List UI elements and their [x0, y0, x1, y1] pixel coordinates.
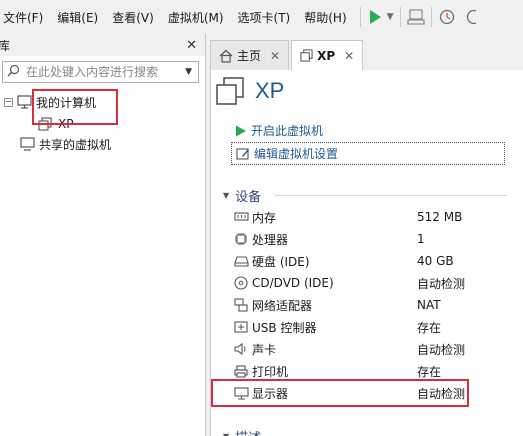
device-row-hard-disk[interactable]: 硬盘 (IDE) 40 GB	[233, 251, 493, 271]
tab-xp[interactable]: XP ✕	[291, 40, 364, 70]
vm-icon	[300, 49, 313, 62]
device-row-printer[interactable]: 打印机 存在	[233, 361, 493, 381]
vm-large-icon	[215, 76, 245, 106]
device-value: 存在	[417, 364, 442, 379]
collapse-triangle-icon: ▼	[223, 432, 229, 436]
memory-icon	[233, 212, 249, 222]
library-search[interactable]: ▼	[2, 61, 199, 83]
tab-close-icon[interactable]: ✕	[270, 49, 280, 63]
play-icon	[235, 125, 247, 137]
device-row-memory[interactable]: 内存 512 MB	[233, 207, 493, 227]
library-panel: 库 ✕ ▼ − 我的计算机 XP 共享的虚拟机	[0, 34, 206, 436]
usb-icon	[233, 321, 249, 333]
tree-item-label: 共享的虚拟机	[39, 137, 112, 152]
tab-home[interactable]: 主页 ✕	[210, 40, 290, 70]
highlight-box-display	[211, 379, 469, 407]
description-section-title: 描述	[235, 427, 261, 436]
device-label: 网络适配器	[252, 298, 313, 313]
library-header: 库 ✕	[0, 34, 205, 56]
speaker-icon	[233, 343, 249, 355]
search-icon	[7, 64, 20, 80]
tree-item-shared-vms[interactable]: 共享的虚拟机	[20, 135, 111, 153]
vm-summary-panel: XP 开启此虚拟机 编辑虚拟机设置 ▼ 设备 内存 512 MB 处理器 1 硬…	[210, 70, 523, 436]
description-section-header[interactable]: ▼ 描述	[223, 427, 261, 436]
device-value: 40 GB	[417, 254, 454, 268]
menu-tabs[interactable]: 选项卡(T)	[231, 9, 298, 26]
device-value: NAT	[417, 298, 441, 312]
device-value: 存在	[417, 320, 442, 335]
cpu-icon	[233, 232, 249, 246]
tab-close-icon[interactable]: ✕	[344, 49, 354, 63]
send-keys-icon[interactable]	[406, 5, 425, 29]
play-icon[interactable]	[367, 5, 383, 29]
power-on-link[interactable]: 开启此虚拟机	[235, 122, 323, 139]
menu-view[interactable]: 查看(V)	[105, 9, 161, 26]
vm-header: XP	[215, 76, 284, 106]
collapse-triangle-icon: ▼	[223, 191, 230, 200]
device-label: CD/DVD (IDE)	[252, 276, 334, 290]
dropdown-icon[interactable]: ▼	[387, 12, 394, 22]
search-dropdown-icon[interactable]: ▼	[185, 67, 192, 77]
menu-vm[interactable]: 虚拟机(M)	[161, 9, 231, 26]
shared-vm-icon	[20, 137, 35, 151]
snapshot-manager-icon[interactable]	[464, 5, 476, 29]
tab-bar: 主页 ✕ XP ✕	[210, 40, 523, 70]
device-row-network[interactable]: 网络适配器 NAT	[233, 295, 493, 315]
tab-label: XP	[317, 48, 336, 63]
menu-edit[interactable]: 编辑(E)	[50, 9, 105, 26]
edit-settings-label: 编辑虚拟机设置	[254, 147, 339, 161]
device-label: USB 控制器	[252, 320, 317, 335]
home-icon	[219, 49, 233, 63]
devices-section-title: 设备	[235, 190, 262, 205]
menu-help[interactable]: 帮助(H)	[297, 9, 353, 26]
device-label: 打印机	[252, 364, 289, 379]
section-divider	[275, 195, 507, 196]
snapshot-icon[interactable]	[438, 5, 456, 29]
hard-disk-icon	[233, 255, 249, 267]
tab-label: 主页	[237, 49, 262, 63]
printer-icon	[233, 364, 249, 378]
device-value: 1	[417, 232, 425, 246]
device-label: 内存	[252, 210, 277, 225]
device-row-sound[interactable]: 声卡 自动检测	[233, 339, 493, 359]
collapse-icon[interactable]: −	[4, 97, 13, 107]
power-on-label: 开启此虚拟机	[251, 124, 324, 138]
search-input[interactable]	[26, 65, 186, 79]
menu-file[interactable]: 文件(F)	[0, 9, 50, 26]
toolbar-separator	[430, 7, 432, 27]
cd-dvd-icon	[233, 276, 249, 290]
menu-bar: 文件(F) 编辑(E) 查看(V) 虚拟机(M) 选项卡(T) 帮助(H) ▼	[0, 0, 523, 34]
device-row-usb[interactable]: USB 控制器 存在	[233, 317, 493, 337]
device-label: 硬盘 (IDE)	[252, 254, 310, 269]
toolbar-separator	[359, 7, 361, 27]
library-title: 库	[0, 38, 11, 53]
device-row-cd-dvd[interactable]: CD/DVD (IDE) 自动检测	[233, 273, 493, 293]
devices-section-header[interactable]: ▼ 设备	[223, 186, 261, 205]
network-adapter-icon	[233, 298, 249, 312]
edit-settings-icon	[236, 147, 250, 160]
highlight-box-xp	[32, 89, 118, 125]
edit-settings-link[interactable]: 编辑虚拟机设置	[231, 142, 505, 165]
device-value: 自动检测	[417, 276, 466, 291]
vm-name: XP	[255, 78, 285, 103]
device-label: 处理器	[252, 232, 289, 247]
device-row-cpu[interactable]: 处理器 1	[233, 229, 493, 249]
computer-icon	[17, 95, 32, 109]
device-value: 自动检测	[417, 342, 466, 357]
device-label: 声卡	[252, 342, 277, 357]
toolbar-separator	[399, 7, 401, 27]
device-value: 512 MB	[417, 210, 463, 224]
library-close-button[interactable]: ✕	[186, 38, 197, 53]
